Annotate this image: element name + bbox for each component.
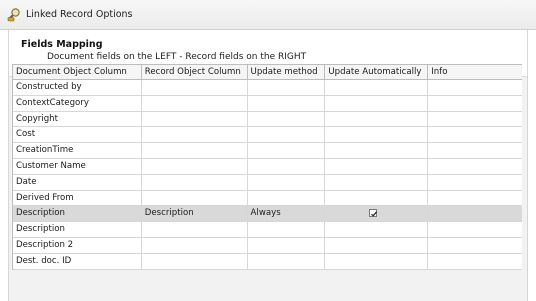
magnifier-link-icon: [7, 8, 20, 22]
info-cell[interactable]: [428, 175, 522, 191]
info-cell[interactable]: [428, 222, 522, 238]
update-method-cell[interactable]: [247, 237, 326, 254]
info-cell[interactable]: [428, 238, 522, 254]
table-row[interactable]: ContextCategory: [13, 95, 522, 112]
window-titlebar: Linked Record Options: [0, 0, 536, 30]
record-object-cell[interactable]: [141, 111, 248, 128]
info-cell[interactable]: [428, 159, 522, 175]
grid-body: Constructed by ContextCategory Copyright Co…: [13, 80, 522, 270]
document-object-cell[interactable]: Description: [13, 206, 142, 223]
document-object-cell[interactable]: ContextCategory: [13, 95, 142, 112]
document-object-cell[interactable]: Constructed by: [13, 80, 142, 96]
document-object-cell[interactable]: CreationTime: [13, 143, 142, 159]
update-automatically-cell[interactable]: [325, 253, 429, 270]
info-cell[interactable]: [428, 112, 522, 128]
update-method-cell[interactable]: [247, 143, 326, 159]
section-title: Fields Mapping: [21, 39, 103, 50]
record-object-cell[interactable]: Description: [141, 206, 248, 223]
table-row[interactable]: Description: [13, 222, 522, 238]
update-automatically-cell[interactable]: [325, 80, 429, 96]
document-object-cell[interactable]: Derived From: [13, 190, 142, 207]
update-method-cell[interactable]: [247, 222, 326, 238]
info-cell[interactable]: [428, 143, 522, 159]
update-automatically-cell[interactable]: [325, 206, 429, 223]
update-method-cell[interactable]: [247, 95, 326, 112]
update-automatically-cell[interactable]: [325, 190, 429, 207]
record-object-cell[interactable]: [141, 253, 248, 270]
table-row[interactable]: Dest. doc. ID: [13, 253, 522, 270]
column-header-info[interactable]: Info: [428, 65, 522, 80]
update-method-cell[interactable]: [247, 127, 326, 144]
info-cell[interactable]: [428, 80, 522, 96]
record-object-cell[interactable]: [141, 222, 248, 238]
table-row[interactable]: Description Description Always: [13, 206, 522, 223]
update-method-cell[interactable]: [247, 80, 326, 96]
column-header-update-method[interactable]: Update method: [247, 65, 326, 80]
fields-mapping-grid[interactable]: Document Object Column Record Object Col…: [12, 64, 522, 270]
document-object-cell[interactable]: Customer Name: [13, 158, 142, 175]
record-object-cell[interactable]: [141, 158, 248, 175]
document-object-cell[interactable]: Description: [13, 222, 142, 238]
table-row[interactable]: CreationTime: [13, 143, 522, 159]
update-automatically-cell[interactable]: [325, 158, 429, 175]
grid-header-row: Document Object Column Record Object Col…: [13, 65, 522, 80]
table-row[interactable]: Date: [13, 174, 522, 191]
info-cell[interactable]: [428, 206, 522, 223]
update-method-cell[interactable]: [247, 158, 326, 175]
update-automatically-cell[interactable]: [325, 111, 429, 128]
update-method-cell[interactable]: [247, 111, 326, 128]
update-automatically-cell[interactable]: [325, 174, 429, 191]
update-method-cell[interactable]: [247, 190, 326, 207]
update-method-cell[interactable]: [247, 253, 326, 270]
record-object-cell[interactable]: [141, 174, 248, 191]
update-automatically-cell[interactable]: [325, 222, 429, 238]
table-row[interactable]: Copyright: [13, 111, 522, 128]
section-subtitle: Document fields on the LEFT - Record fie…: [47, 52, 307, 62]
update-automatically-cell[interactable]: [325, 143, 429, 159]
record-object-cell[interactable]: [141, 80, 248, 96]
record-object-cell[interactable]: [141, 190, 248, 207]
update-method-cell[interactable]: Always: [247, 206, 326, 223]
table-row[interactable]: Constructed by: [13, 80, 522, 96]
info-cell[interactable]: [428, 96, 522, 112]
column-header-record-object[interactable]: Record Object Column: [141, 65, 248, 80]
table-row[interactable]: Description 2: [13, 237, 522, 254]
table-row[interactable]: Derived From: [13, 190, 522, 207]
table-row[interactable]: Cost: [13, 127, 522, 144]
info-cell[interactable]: [428, 191, 522, 207]
record-object-cell[interactable]: [141, 127, 248, 144]
window-title: Linked Record Options: [26, 9, 133, 20]
update-automatically-checkbox[interactable]: [369, 209, 378, 218]
column-header-update-automatically[interactable]: Update Automatically: [325, 65, 429, 80]
record-object-cell[interactable]: [141, 237, 248, 254]
table-row[interactable]: Customer Name: [13, 158, 522, 175]
document-object-cell[interactable]: Dest. doc. ID: [13, 253, 142, 270]
record-object-cell[interactable]: [141, 95, 248, 112]
document-object-cell[interactable]: Date: [13, 174, 142, 191]
update-automatically-cell[interactable]: [325, 237, 429, 254]
update-automatically-cell[interactable]: [325, 127, 429, 144]
document-object-cell[interactable]: Copyright: [13, 111, 142, 128]
info-cell[interactable]: [428, 127, 522, 144]
document-object-cell[interactable]: Cost: [13, 127, 142, 144]
record-object-cell[interactable]: [141, 143, 248, 159]
document-object-cell[interactable]: Description 2: [13, 237, 142, 254]
column-header-document-object[interactable]: Document Object Column: [13, 65, 142, 80]
update-automatically-cell[interactable]: [325, 95, 429, 112]
checkmark-icon: [371, 211, 378, 218]
info-cell[interactable]: [428, 254, 522, 270]
update-method-cell[interactable]: [247, 174, 326, 191]
